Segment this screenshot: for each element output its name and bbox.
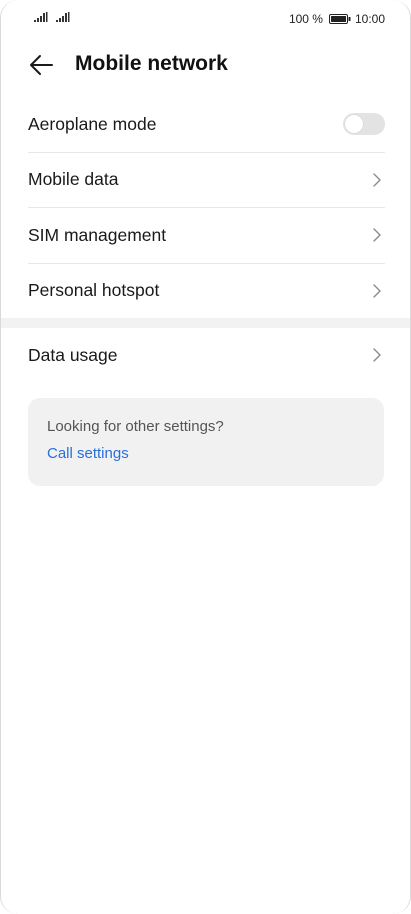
settings-list: Aeroplane mode Mobile data SIM managemen… bbox=[1, 97, 410, 383]
status-right: 100 % 10:00 bbox=[289, 12, 385, 26]
chevron-right-icon bbox=[373, 173, 381, 187]
group-divider bbox=[1, 318, 410, 328]
other-settings-text: Looking for other settings? bbox=[47, 418, 224, 435]
arrow-left-icon[interactable] bbox=[28, 52, 54, 78]
sim-management-label: SIM management bbox=[28, 224, 167, 245]
mobile-data-row[interactable]: Mobile data bbox=[28, 153, 385, 208]
page-title: Mobile network bbox=[75, 52, 228, 75]
chevron-right-icon bbox=[373, 348, 381, 362]
aeroplane-mode-row[interactable]: Aeroplane mode bbox=[28, 97, 385, 153]
mobile-data-label: Mobile data bbox=[28, 169, 119, 190]
call-settings-link[interactable]: Call settings bbox=[47, 445, 365, 462]
app-header: Mobile network bbox=[1, 40, 410, 90]
clock: 10:00 bbox=[354, 12, 385, 26]
other-settings-card: Looking for other settings? Call setting… bbox=[28, 398, 384, 486]
battery-icon bbox=[328, 14, 351, 24]
signal-icon bbox=[56, 12, 70, 22]
phone-screen: 100 % 10:00 Mobile network Aeroplane mod… bbox=[0, 0, 411, 914]
sim-management-row[interactable]: SIM management bbox=[28, 208, 385, 264]
personal-hotspot-label: Personal hotspot bbox=[28, 280, 160, 301]
data-usage-label: Data usage bbox=[28, 344, 118, 365]
status-bar: 100 % 10:00 bbox=[1, 0, 410, 40]
chevron-right-icon bbox=[373, 284, 381, 298]
personal-hotspot-row[interactable]: Personal hotspot bbox=[28, 264, 385, 319]
data-usage-row[interactable]: Data usage bbox=[28, 328, 385, 383]
signal-icon bbox=[34, 12, 48, 22]
battery-percent: 100 % bbox=[288, 12, 323, 26]
aeroplane-mode-label: Aeroplane mode bbox=[28, 113, 157, 134]
chevron-right-icon bbox=[373, 228, 381, 242]
toggle-knob bbox=[345, 115, 363, 134]
aeroplane-mode-toggle[interactable] bbox=[343, 113, 385, 136]
